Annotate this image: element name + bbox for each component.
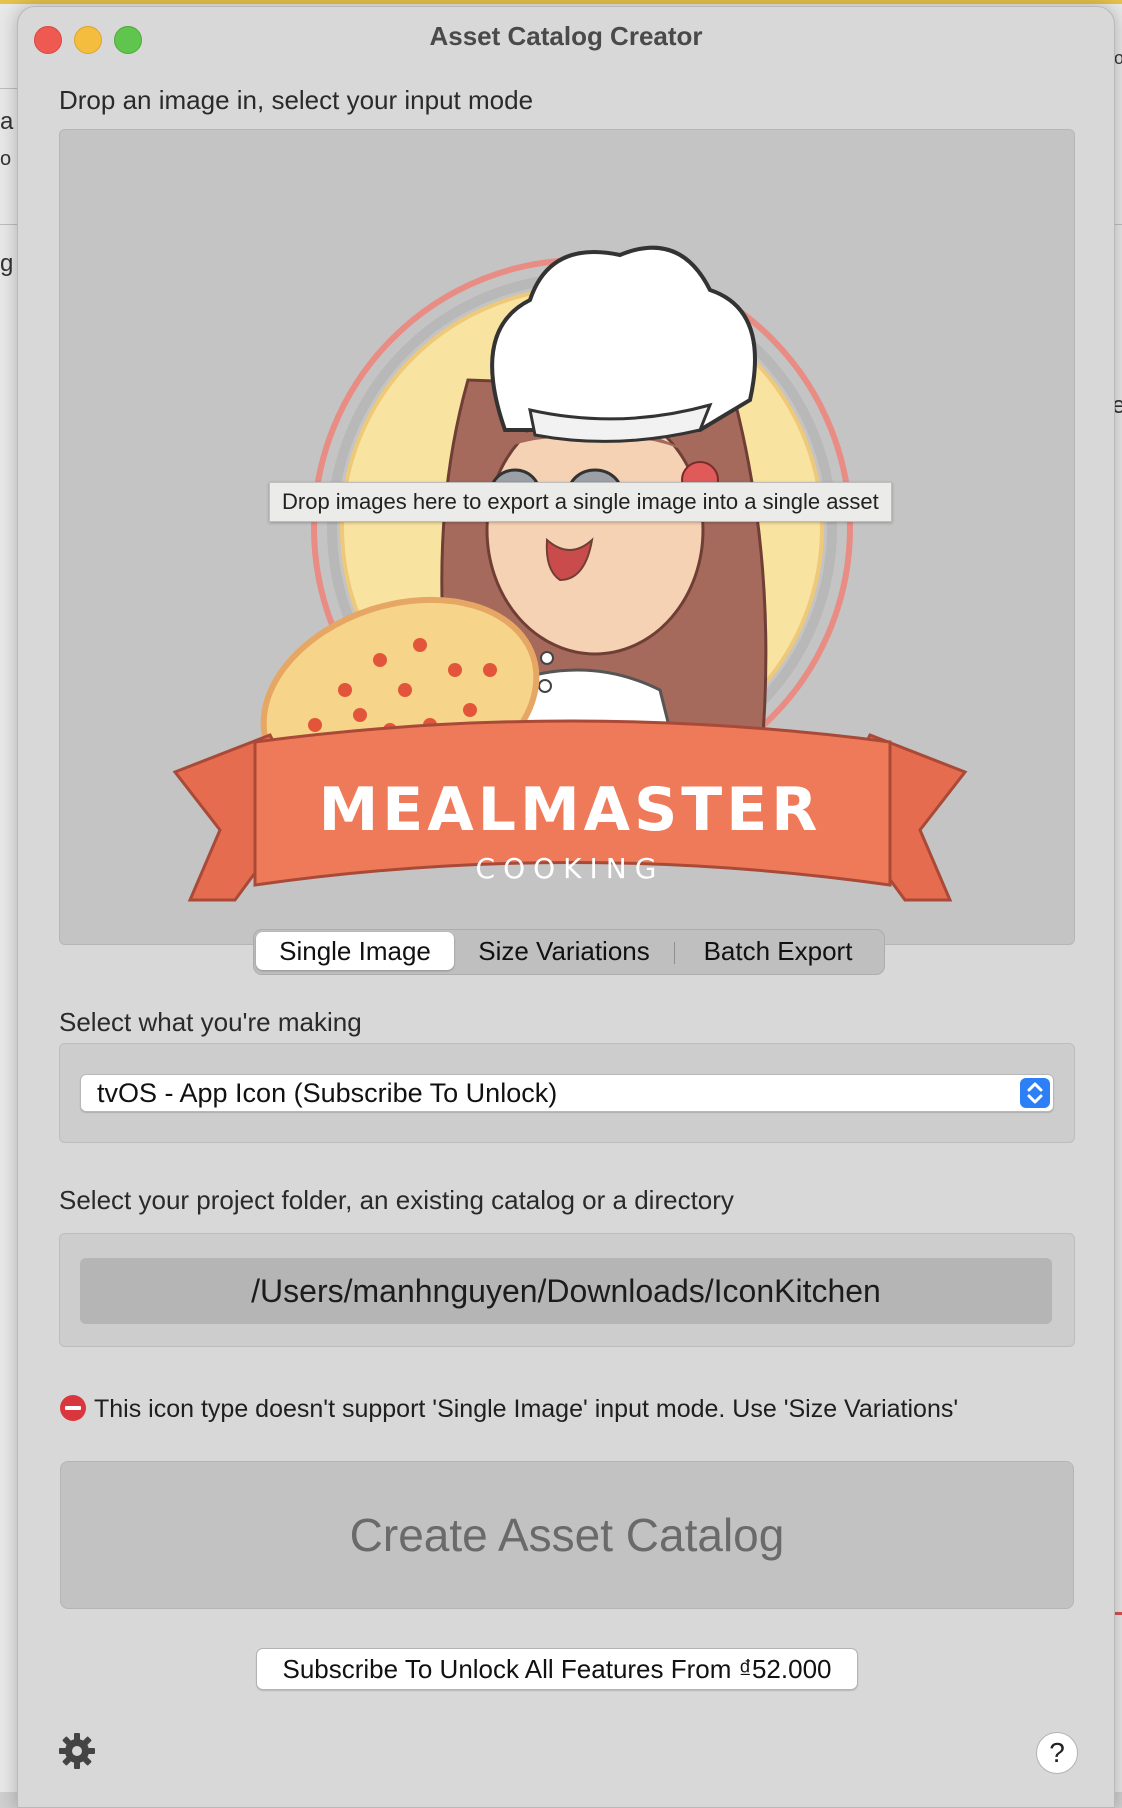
asset-type-popup[interactable]: tvOS - App Icon (Subscribe To Unlock): [80, 1074, 1054, 1112]
input-mode-single-image[interactable]: Single Image: [256, 932, 454, 970]
background-top-border: [0, 0, 1122, 4]
image-drop-zone[interactable]: MEALMASTER COOKING Drop images here to e…: [59, 129, 1075, 945]
warning-text: This icon type doesn't support 'Single I…: [94, 1395, 959, 1423]
window-title: Asset Catalog Creator: [429, 21, 703, 51]
making-label: Select what you're making: [59, 1007, 362, 1037]
background-text: o: [0, 148, 12, 170]
background-divider: [0, 88, 18, 89]
project-path-field[interactable]: /Users/manhnguyen/Downloads/IconKitchen: [80, 1258, 1052, 1324]
warning-message: This icon type doesn't support 'Single I…: [60, 1395, 958, 1424]
asset-catalog-window: Asset Catalog Creator Drop an image in, …: [17, 6, 1115, 1808]
help-button[interactable]: ?: [1036, 1732, 1078, 1774]
background-text: o: [1114, 48, 1122, 68]
asset-type-selected: tvOS - App Icon (Subscribe To Unlock): [97, 1078, 558, 1108]
input-mode-segmented-control[interactable]: Single Image Size Variations Batch Expor…: [253, 929, 885, 975]
gear-icon[interactable]: [58, 1732, 96, 1770]
project-label: Select your project folder, an existing …: [59, 1185, 734, 1215]
input-mode-batch-export[interactable]: Batch Export: [676, 932, 880, 970]
logo-sub-text: COOKING: [476, 852, 665, 885]
segment-divider: [674, 942, 675, 964]
title-bar: Asset Catalog Creator: [18, 7, 1114, 63]
mealmaster-logo-image: MEALMASTER COOKING: [172, 245, 968, 902]
coat-button: [540, 651, 554, 665]
subscribe-button[interactable]: Subscribe To Unlock All Features From ₫5…: [256, 1648, 858, 1690]
drop-label: Drop an image in, select your input mode: [59, 85, 534, 115]
background-divider: [0, 224, 18, 225]
making-box: tvOS - App Icon (Subscribe To Unlock): [59, 1043, 1075, 1143]
chef-hat: [490, 245, 757, 432]
project-box: /Users/manhnguyen/Downloads/IconKitchen: [59, 1233, 1075, 1347]
chevron-up-down-icon[interactable]: [1020, 1078, 1050, 1108]
create-asset-catalog-button[interactable]: Create Asset Catalog: [60, 1461, 1074, 1609]
logo-brand-text: MEALMASTER: [319, 775, 822, 845]
drop-zone-tooltip: Drop images here to export a single imag…: [269, 482, 892, 522]
input-mode-size-variations[interactable]: Size Variations: [456, 932, 672, 970]
coat-button: [538, 679, 552, 693]
background-text: a: [0, 108, 14, 135]
no-entry-icon: [60, 1395, 86, 1421]
